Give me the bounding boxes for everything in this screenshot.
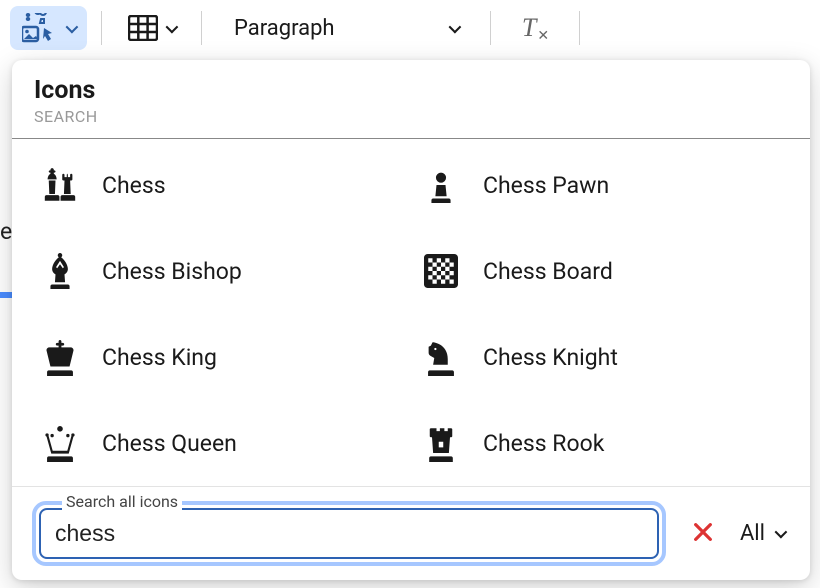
insert-table-button[interactable] (116, 6, 187, 50)
toolbar-divider (201, 11, 202, 45)
table-icon (128, 15, 158, 41)
popup-title: Icons (34, 76, 788, 105)
icon-option-label: Chess (102, 172, 166, 199)
toolbar-divider (101, 11, 102, 45)
chess-queen-icon (40, 424, 80, 464)
icon-option-chess-king[interactable]: Chess King (40, 334, 401, 382)
icon-option-label: Chess Rook (483, 430, 604, 457)
chess-icon (40, 165, 80, 205)
icon-option-chess-board[interactable]: Chess Board (421, 247, 782, 295)
chess-bishop-icon (40, 251, 80, 291)
icon-option-chess-rook[interactable]: Chess Rook (421, 420, 782, 468)
chevron-down-icon (166, 20, 179, 33)
insert-special-button[interactable] (10, 6, 87, 50)
icon-filter-select[interactable]: All (740, 521, 790, 546)
icon-option-chess-queen[interactable]: Chess Queen (40, 420, 401, 468)
chess-knight-icon (421, 338, 461, 378)
paragraph-style-select[interactable]: Paragraph (216, 6, 476, 50)
clear-formatting-button[interactable]: T✕ (505, 6, 565, 50)
icon-option-label: Chess Bishop (102, 258, 242, 285)
clear-search-button[interactable] (688, 517, 718, 550)
chess-pawn-icon (421, 165, 461, 205)
editor-toolbar: Paragraph T✕ (0, 0, 820, 56)
icon-results-grid: Chess Chess Pawn Chess Bishop Chess Boar… (12, 139, 810, 486)
search-field-wrap: Search all icons (32, 501, 666, 566)
popup-header: Icons SEARCH (12, 60, 810, 139)
paragraph-style-label: Paragraph (234, 16, 335, 41)
popup-subtitle: SEARCH (34, 107, 788, 126)
icon-option-label: Chess King (102, 344, 217, 371)
icon-option-label: Chess Queen (102, 430, 237, 457)
search-label: Search all icons (62, 492, 182, 511)
obscured-content: e (0, 218, 12, 245)
chess-rook-icon (421, 424, 461, 464)
popup-footer: Search all icons All (12, 486, 810, 580)
filter-label: All (740, 521, 765, 546)
chevron-down-icon (66, 20, 79, 33)
clear-formatting-icon: T (522, 13, 536, 43)
icon-option-label: Chess Knight (483, 344, 618, 371)
close-icon (692, 521, 714, 543)
chevron-down-icon (449, 20, 462, 33)
icon-option-label: Chess Board (483, 258, 613, 285)
icon-option-label: Chess Pawn (483, 172, 609, 199)
subscript-x-icon: ✕ (537, 28, 549, 45)
media-icons-icon (22, 13, 58, 43)
icon-search-input[interactable] (39, 508, 659, 559)
chevron-down-icon (775, 526, 788, 539)
chess-board-icon (421, 251, 461, 291)
icon-option-chess-pawn[interactable]: Chess Pawn (421, 161, 782, 209)
toolbar-divider (490, 11, 491, 45)
icon-option-chess-bishop[interactable]: Chess Bishop (40, 247, 401, 295)
icon-picker-popup: Icons SEARCH Chess Chess Pawn Chess Bish… (12, 60, 810, 580)
icon-option-chess[interactable]: Chess (40, 161, 401, 209)
toolbar-divider (579, 11, 580, 45)
icon-option-chess-knight[interactable]: Chess Knight (421, 334, 782, 382)
chess-king-icon (40, 338, 80, 378)
